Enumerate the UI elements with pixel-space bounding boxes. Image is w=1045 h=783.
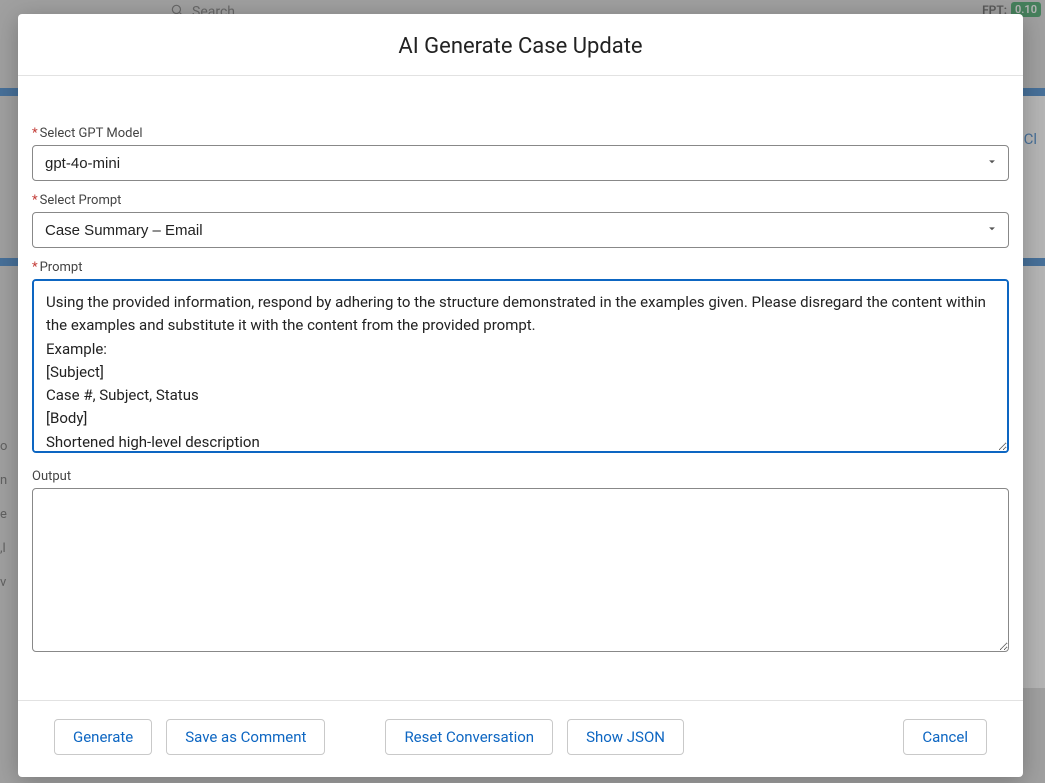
modal-body: *Select GPT Model gpt-4o-mini *Select Pr… <box>18 76 1023 700</box>
gpt-model-select[interactable]: gpt-4o-mini <box>32 145 1009 181</box>
prompt-select-label: *Select Prompt <box>32 193 1009 208</box>
gpt-model-value: gpt-4o-mini <box>45 155 120 172</box>
footer-left-group: Generate Save as Comment <box>54 719 325 755</box>
prompt-select-value: Case Summary – Email <box>45 222 203 239</box>
prompt-label: *Prompt <box>32 260 1009 275</box>
show-json-button[interactable]: Show JSON <box>567 719 684 755</box>
output-label: Output <box>32 469 1009 484</box>
prompt-field: *Prompt <box>32 260 1009 457</box>
ai-generate-case-update-modal: AI Generate Case Update *Select GPT Mode… <box>18 14 1023 777</box>
reset-conversation-button[interactable]: Reset Conversation <box>385 719 553 755</box>
output-textarea[interactable] <box>32 488 1009 652</box>
modal-header: AI Generate Case Update <box>18 14 1023 76</box>
prompt-select-field: *Select Prompt Case Summary – Email <box>32 193 1009 248</box>
required-indicator: * <box>32 193 38 208</box>
modal-footer: Generate Save as Comment Reset Conversat… <box>18 700 1023 777</box>
generate-button[interactable]: Generate <box>54 719 152 755</box>
save-as-comment-button[interactable]: Save as Comment <box>166 719 325 755</box>
required-indicator: * <box>32 260 38 275</box>
gpt-model-label: *Select GPT Model <box>32 126 1009 141</box>
cancel-button[interactable]: Cancel <box>903 719 987 755</box>
output-field: Output <box>32 469 1009 656</box>
prompt-select[interactable]: Case Summary – Email <box>32 212 1009 248</box>
required-indicator: * <box>32 126 38 141</box>
prompt-textarea[interactable] <box>32 279 1009 453</box>
footer-middle-group: Reset Conversation Show JSON <box>385 719 684 755</box>
gpt-model-field: *Select GPT Model gpt-4o-mini <box>32 126 1009 181</box>
modal-title: AI Generate Case Update <box>42 34 999 59</box>
